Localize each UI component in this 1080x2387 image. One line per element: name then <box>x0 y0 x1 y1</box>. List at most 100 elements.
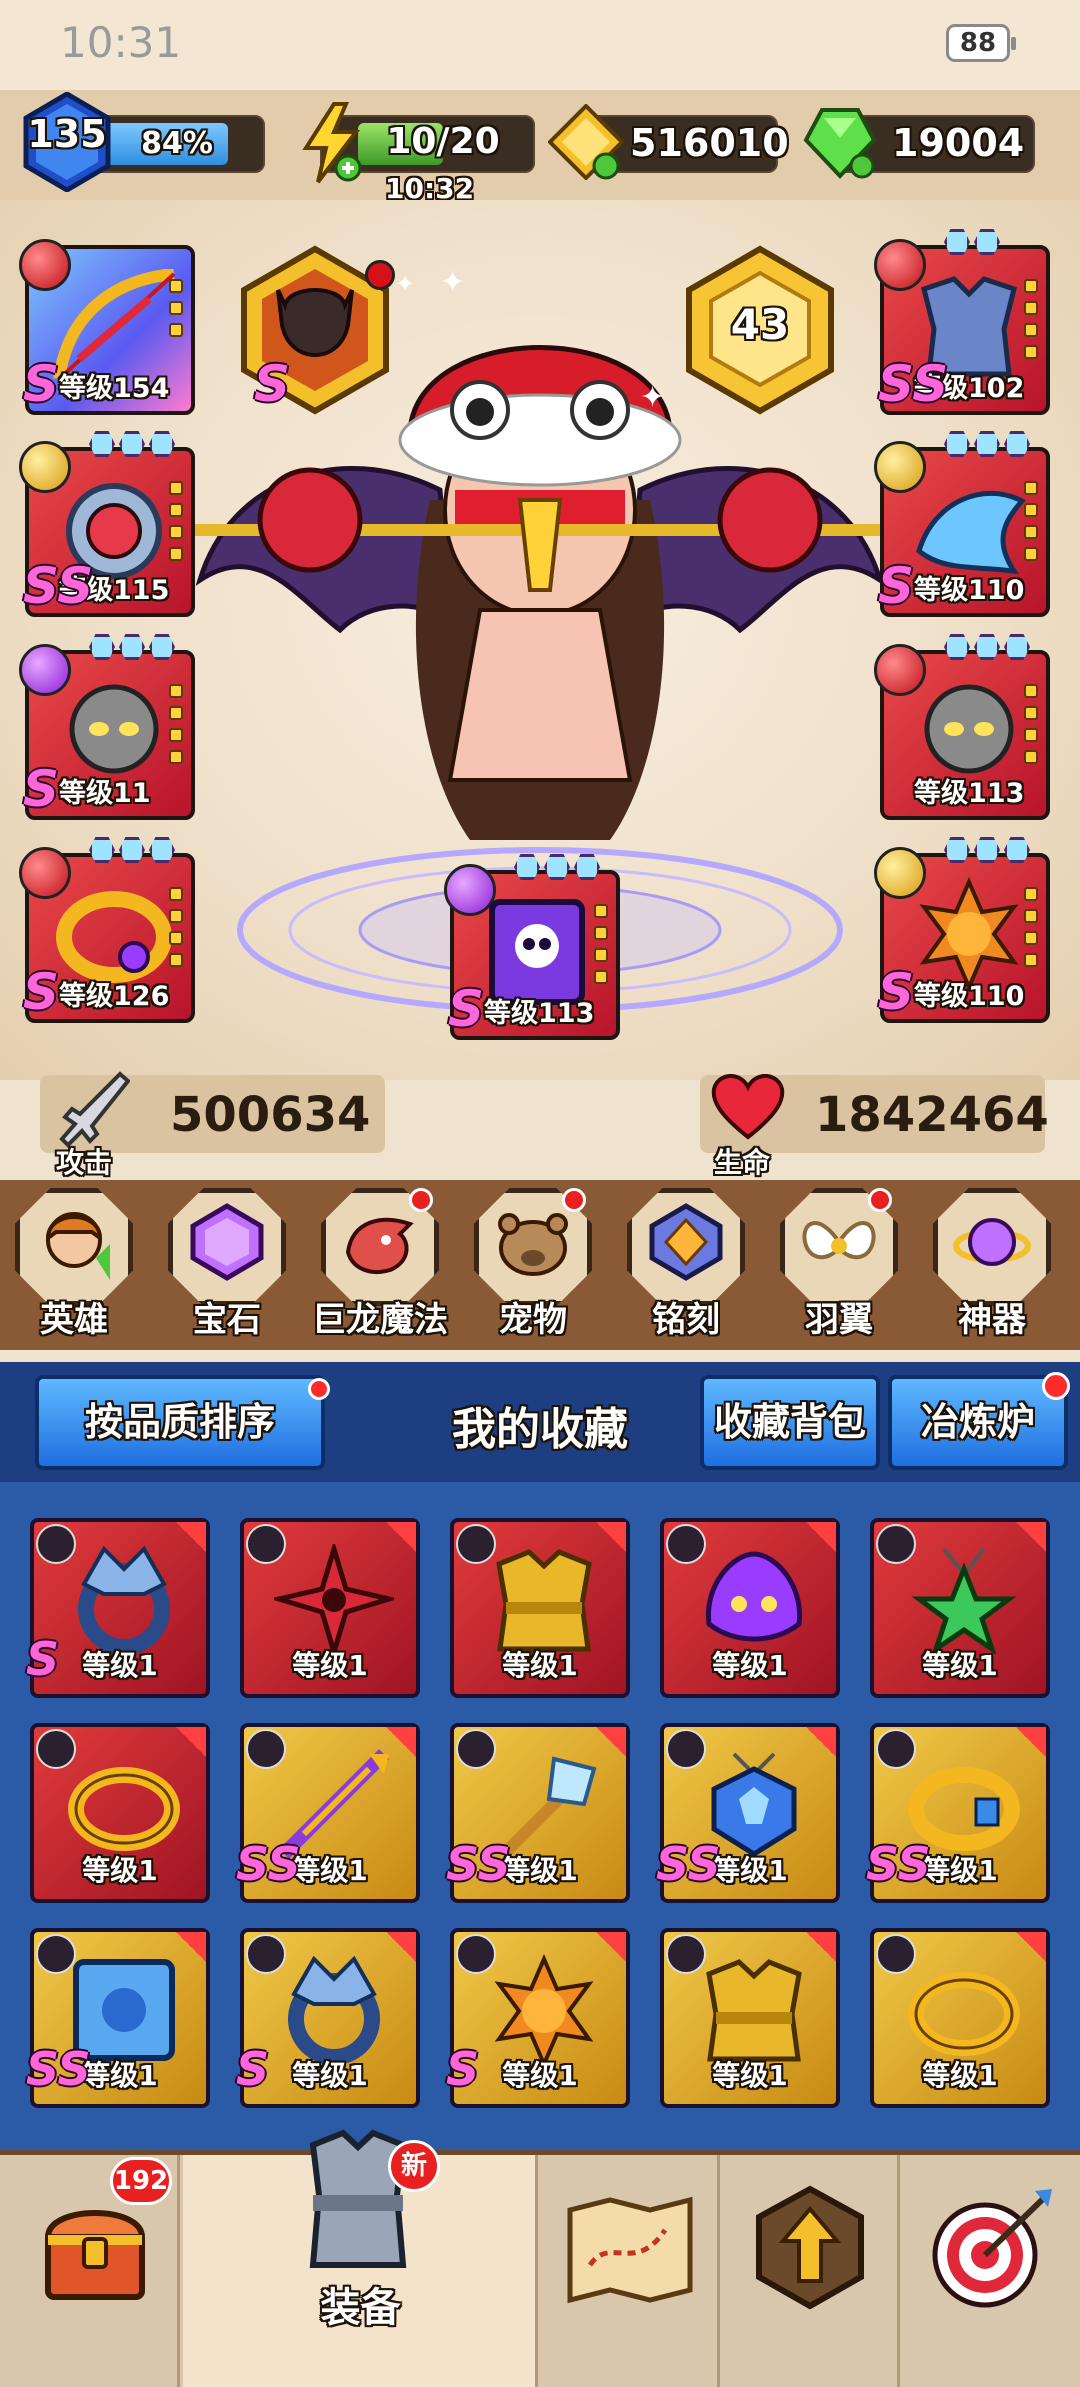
upgrade-arrow-icon <box>756 2185 864 2310</box>
slot-bracer[interactable]: 等级110 S <box>874 431 1050 617</box>
tab-hero[interactable]: 英雄 <box>15 1188 133 1340</box>
slot-rank: S <box>878 557 915 615</box>
star-pips <box>169 887 183 975</box>
energy-value: 10/20 <box>386 121 500 162</box>
tab-dragon[interactable]: 巨龙魔法 <box>312 1188 448 1340</box>
star-pips <box>169 684 183 772</box>
nav-upgrade[interactable] <box>720 2155 900 2387</box>
slot-pet-left[interactable]: 等级11 S <box>19 634 195 820</box>
notification-dot <box>868 1188 892 1212</box>
tab-pet[interactable]: 宠物 <box>474 1188 592 1340</box>
hp-value: 1842464 <box>815 1087 1049 1143</box>
gold-coin-icon <box>548 104 624 180</box>
green-gem-icon <box>803 108 877 179</box>
item-level: 等级1 <box>922 1649 998 1682</box>
star-pips <box>1024 279 1038 367</box>
star-pips <box>594 904 608 992</box>
item-rank: S <box>236 2042 270 2096</box>
gold-armor-icon <box>706 1959 802 2062</box>
item-level: 等级1 <box>82 1854 158 1887</box>
item-rank: S <box>446 2042 480 2096</box>
tab-gem[interactable]: 宝石 <box>168 1188 286 1340</box>
item-level: 等级1 <box>712 2059 788 2092</box>
collection-item[interactable]: 等级1 <box>870 1928 1050 2108</box>
slot-bracelet[interactable]: 等级126 S <box>19 837 195 1023</box>
item-level: 等级1 <box>292 1649 368 1682</box>
slot-amulet[interactable]: 等级110 S <box>874 837 1050 1023</box>
chest-badge: 192 <box>110 2157 172 2205</box>
gem-sockets <box>89 837 175 863</box>
tab-artifact[interactable]: 神器 <box>933 1188 1051 1340</box>
collection-bag-button[interactable]: 收藏背包 <box>700 1375 880 1470</box>
heart-icon <box>711 1074 785 1140</box>
collection-item[interactable]: 等级1 <box>240 1518 420 1698</box>
nav-equipment[interactable]: 新 装备 <box>183 2129 538 2387</box>
collection-item[interactable]: 等级1 <box>870 1518 1050 1698</box>
slot-spellbook[interactable]: 等级113 S <box>444 854 620 1040</box>
attack-label: 攻击 <box>56 1146 113 1179</box>
hp-label: 生命 <box>714 1146 771 1179</box>
dragon-ring-icon <box>78 1545 170 1654</box>
item-level: 等级1 <box>502 1649 578 1682</box>
star-pips <box>169 279 183 345</box>
collection-item[interactable]: 等级1 <box>30 1723 210 1903</box>
slot-rank: SS <box>23 557 94 615</box>
sparkle-icon: ✦ <box>440 265 466 300</box>
slot-level: 等级110 <box>914 981 1025 1012</box>
slot-weapon[interactable]: 等级154 S <box>19 239 195 415</box>
slot-rank: S <box>254 355 291 413</box>
item-level: 等级1 <box>502 2059 578 2092</box>
tab-label: 巨龙魔法 <box>312 1300 448 1340</box>
wings-icon <box>802 1221 876 1259</box>
collection-item[interactable]: 等级1 S <box>236 1928 420 2108</box>
collection-item[interactable]: 等级1 SS <box>866 1723 1050 1903</box>
nav-chest[interactable]: 192 <box>0 2155 180 2387</box>
collection-title: 我的收藏 <box>452 1404 628 1455</box>
item-level: 等级1 <box>712 1649 788 1682</box>
collection-item[interactable]: 等级1 SS <box>446 1723 630 1903</box>
item-rank: SS <box>236 1837 301 1891</box>
tab-inscription[interactable]: 铭刻 <box>627 1188 745 1340</box>
battery-indicator: 88 <box>946 24 1016 62</box>
slot-helmet[interactable]: S <box>240 245 395 415</box>
slot-rank: S <box>23 760 60 818</box>
gold-bracelet-icon <box>68 1767 180 1851</box>
collection-item[interactable]: 等级1 SS <box>236 1723 420 1903</box>
gem-sockets <box>514 854 600 880</box>
item-rank: SS <box>446 1837 511 1891</box>
star-pips <box>1024 684 1038 772</box>
attack-value: 500634 <box>170 1087 371 1143</box>
slot-level: 等级113 <box>484 998 595 1029</box>
slot-level: 等级113 <box>914 778 1025 809</box>
collection-item[interactable]: 等级1 <box>450 1518 630 1698</box>
slot-pet-right[interactable]: 等级113 <box>874 634 1050 820</box>
collection-item[interactable]: 等级1 S <box>446 1928 630 2108</box>
nav-challenge[interactable] <box>900 2155 1080 2387</box>
attack-stat: 500634 攻击 <box>40 1071 385 1179</box>
item-rank: S <box>26 1632 60 1686</box>
collection-item[interactable]: 等级1 SS <box>26 1928 210 2108</box>
slot-armor[interactable]: 等级102 SS <box>874 229 1050 415</box>
sword-icon <box>59 1071 130 1148</box>
collection-item[interactable]: 等级1 S <box>26 1518 210 1698</box>
nav-map[interactable] <box>540 2155 720 2387</box>
xp-percent: 84% <box>141 126 213 161</box>
slot-rank: S <box>23 355 60 413</box>
item-rank: SS <box>26 2042 91 2096</box>
collection-item[interactable]: 等级1 SS <box>656 1723 840 1903</box>
collection-item[interactable]: 等级1 <box>660 1928 840 2108</box>
player-level-badge[interactable]: 135 <box>22 91 112 193</box>
slot-ring-left[interactable]: 等级115 SS <box>19 431 195 617</box>
tab-label: 羽翼 <box>805 1300 873 1340</box>
collection-item[interactable]: 等级1 <box>660 1518 840 1698</box>
notification-dot <box>1042 1372 1070 1400</box>
gold-value: 516010 <box>630 121 789 165</box>
sort-by-quality-button[interactable]: 按品质排序 <box>35 1375 325 1470</box>
map-icon <box>567 2196 693 2304</box>
inscription-icon <box>649 1203 723 1281</box>
tab-wings[interactable]: 羽翼 <box>780 1188 898 1340</box>
gem-icon <box>190 1203 264 1281</box>
pet-icon <box>498 1213 568 1276</box>
forge-button[interactable]: 冶炼炉 <box>888 1375 1068 1470</box>
dragon-icon <box>345 1217 414 1274</box>
